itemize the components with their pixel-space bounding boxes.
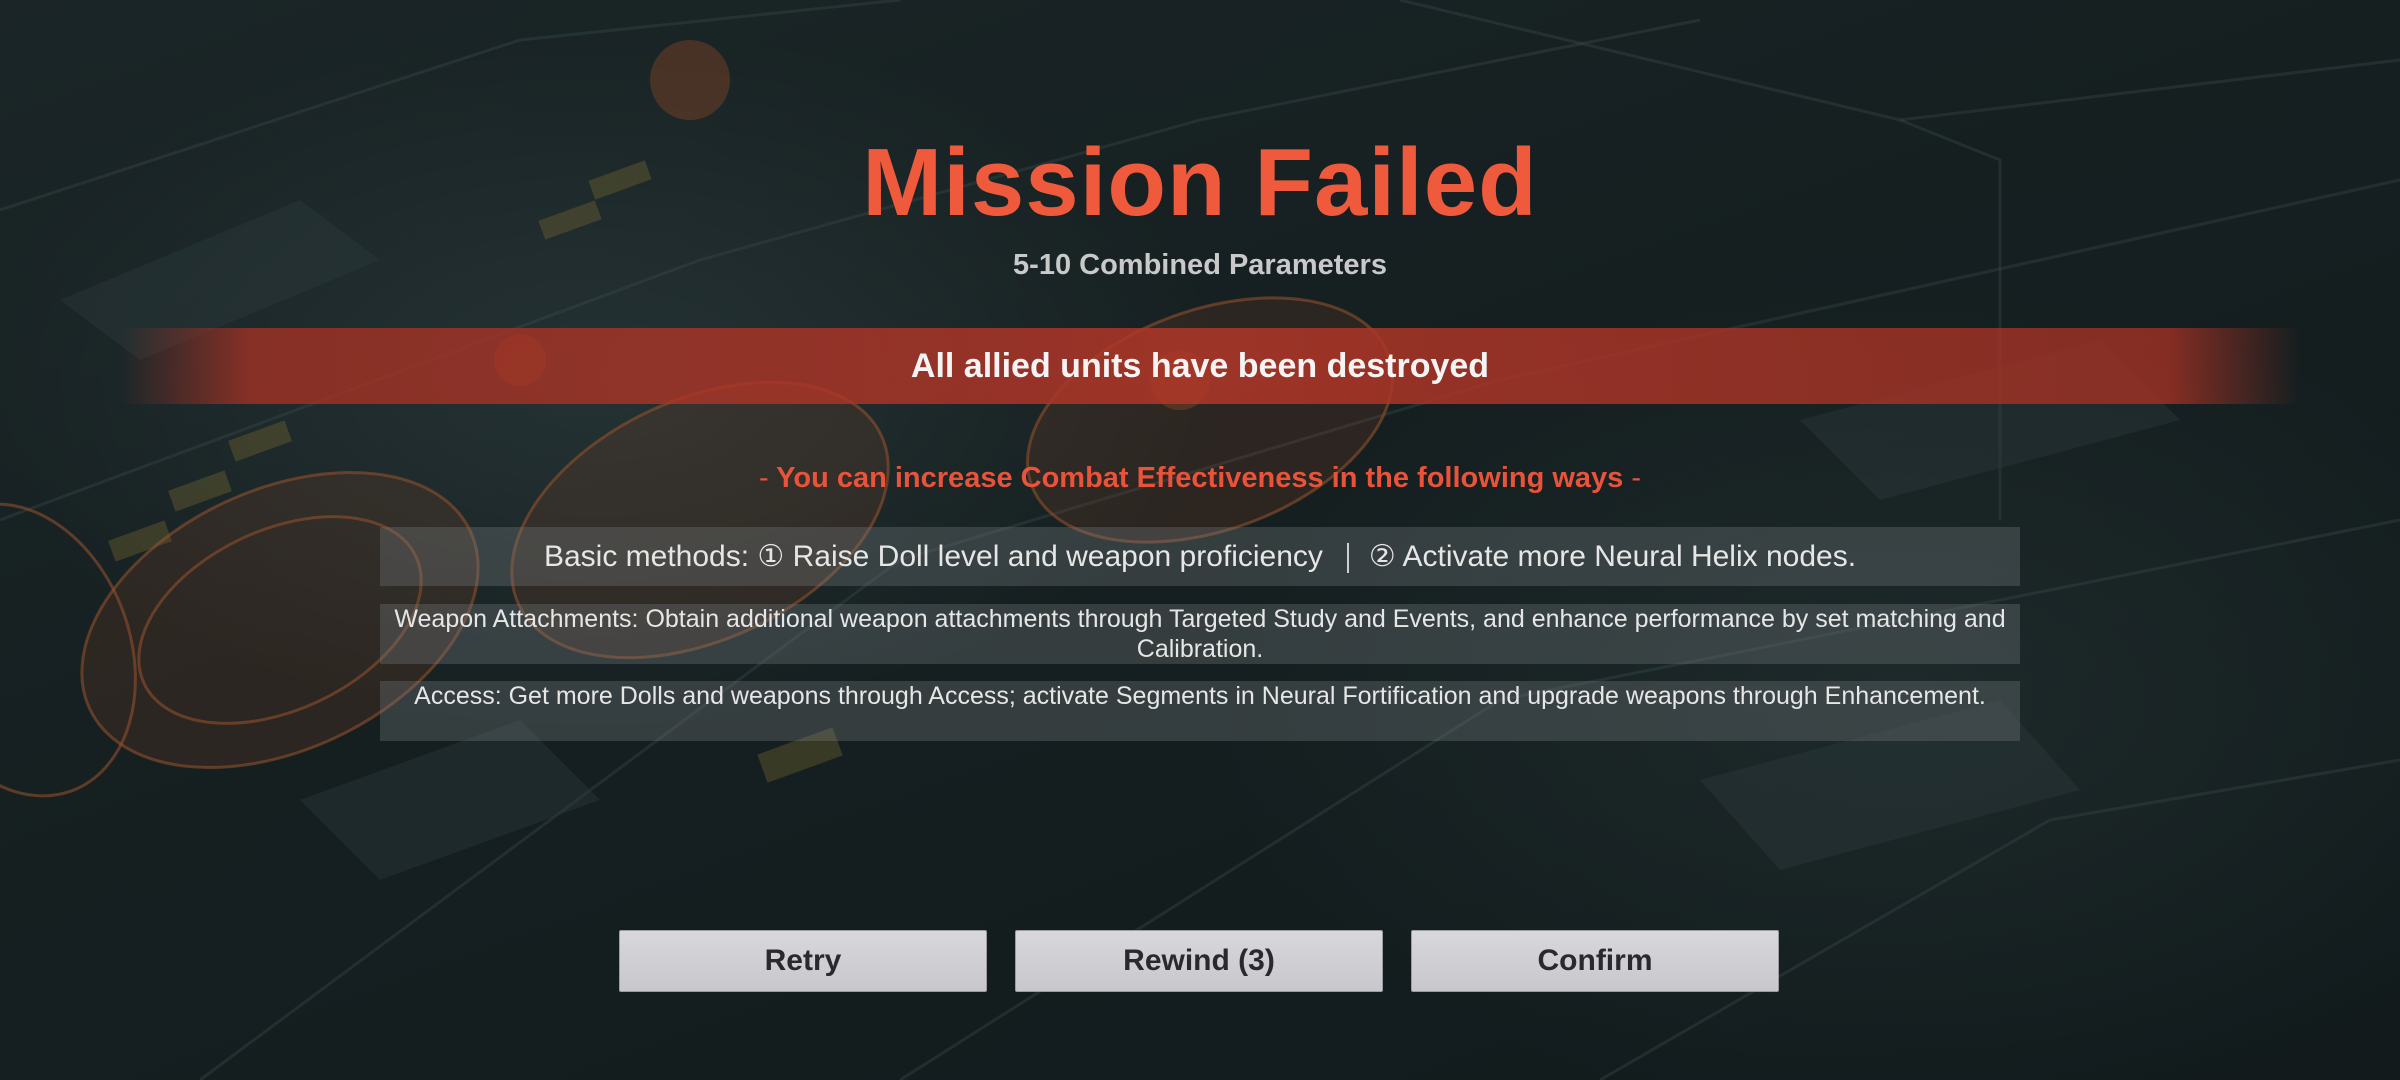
retry-button[interactable]: Retry — [619, 930, 987, 992]
tip-weapon-attachments: Weapon Attachments: Obtain additional we… — [380, 604, 2020, 664]
rewind-button[interactable]: Rewind (3) — [1015, 930, 1383, 992]
failure-reason-text: All allied units have been destroyed — [910, 347, 1490, 385]
tip-access: Access: Get more Dolls and weapons throu… — [380, 681, 2020, 741]
mission-failed-title: Mission Failed — [862, 129, 1538, 236]
confirm-button[interactable]: Confirm — [1411, 930, 1779, 992]
tip-basic-part2: ② Activate more Neural Helix nodes. — [1368, 540, 1857, 573]
tips-header-dash-left: - — [758, 462, 769, 494]
tip-basic-methods: Basic methods: ① Raise Doll level and we… — [380, 527, 2020, 586]
stage-name: 5-10 Combined Parameters — [1013, 249, 1387, 281]
tips-header: - You can increase Combat Effectiveness … — [0, 460, 2400, 496]
tip-separator — [1346, 543, 1349, 574]
mission-result-screen: Mission Failed 5-10 Combined Parameters … — [0, 0, 2400, 1080]
tip-basic-part1: Basic methods: ① Raise Doll level and we… — [543, 540, 1323, 573]
tips-header-text: You can increase Combat Effectiveness in… — [776, 462, 1624, 494]
tips-header-dash-right: - — [1631, 462, 1642, 494]
